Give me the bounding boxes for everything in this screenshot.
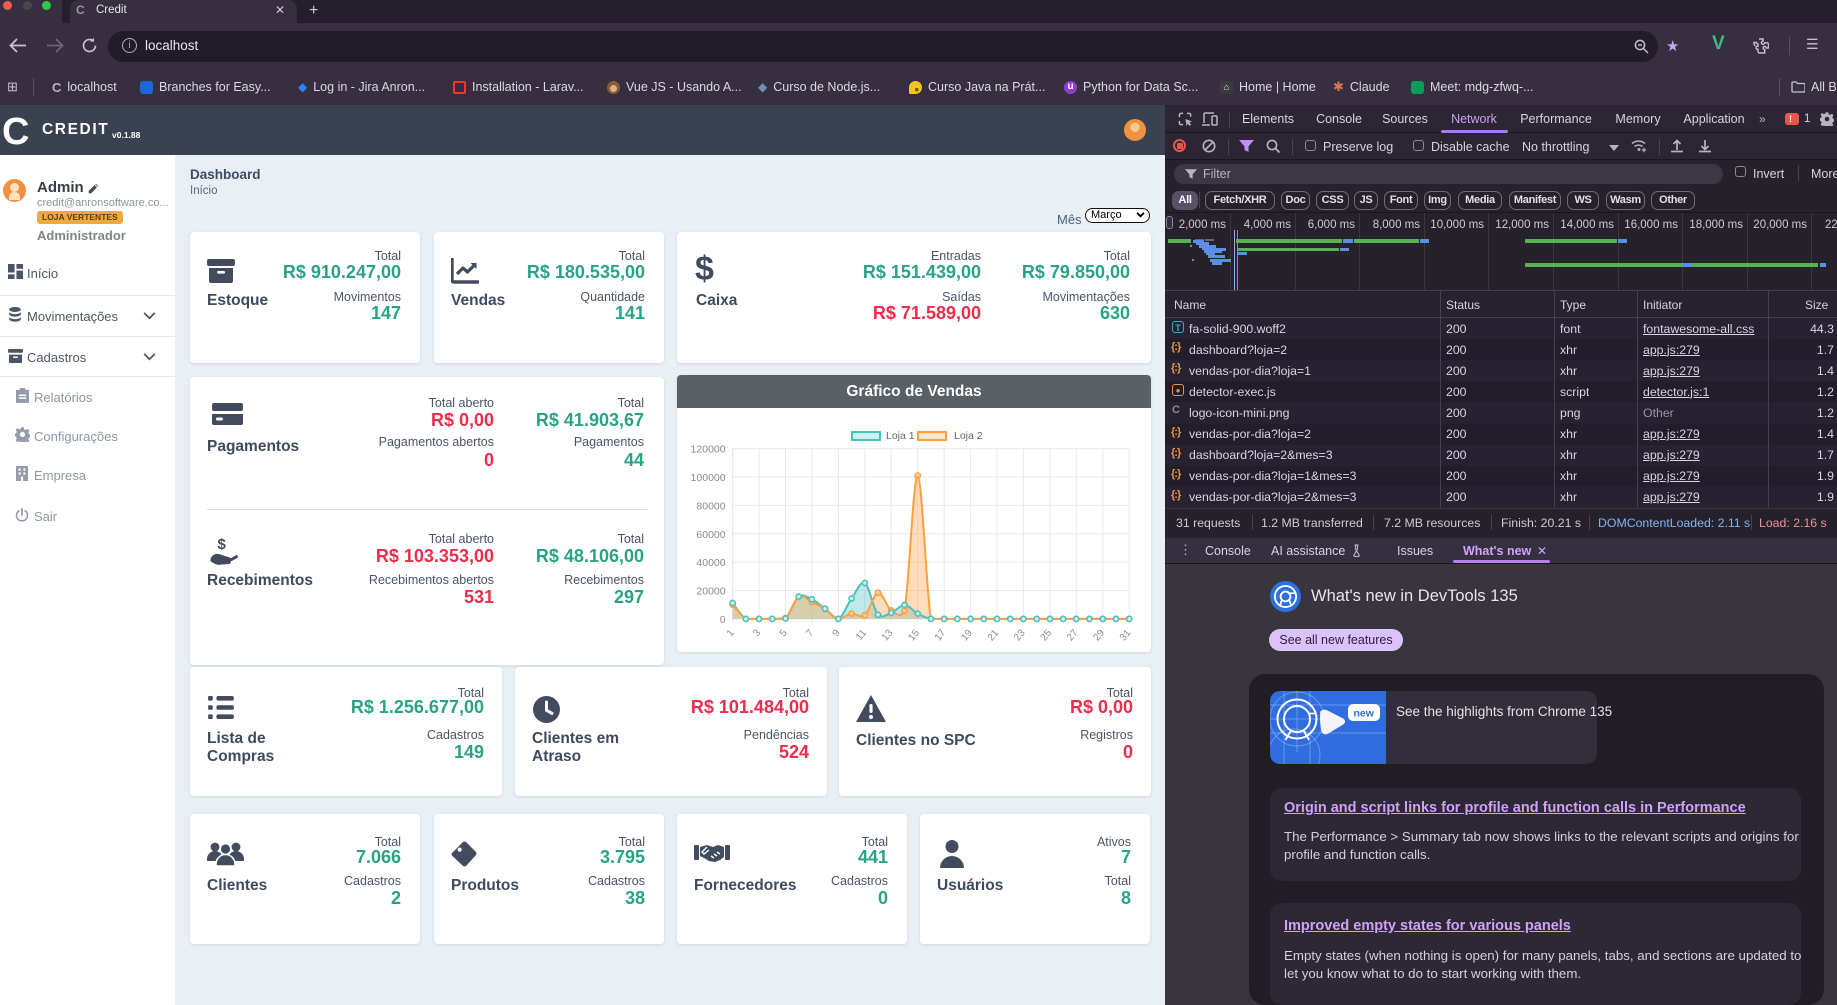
- svg-text:60000: 60000: [696, 529, 725, 541]
- svg-text:23: 23: [1012, 627, 1028, 643]
- svg-text:9: 9: [831, 627, 843, 639]
- svg-text:31: 31: [1118, 627, 1134, 643]
- svg-text:80000: 80000: [696, 500, 725, 512]
- svg-text:15: 15: [906, 627, 922, 643]
- svg-text:21: 21: [986, 627, 1002, 643]
- svg-text:29: 29: [1092, 627, 1108, 643]
- svg-text:19: 19: [959, 627, 975, 643]
- svg-text:3: 3: [751, 627, 763, 639]
- svg-text:5: 5: [778, 627, 790, 639]
- svg-text:25: 25: [1039, 627, 1055, 643]
- svg-text:1: 1: [725, 627, 737, 639]
- svg-text:11: 11: [854, 627, 869, 642]
- svg-text:27: 27: [1065, 627, 1081, 643]
- svg-text:13: 13: [880, 627, 896, 643]
- svg-text:100000: 100000: [691, 472, 726, 484]
- svg-text:20000: 20000: [696, 586, 725, 598]
- svg-text:0: 0: [720, 614, 726, 626]
- svg-text:17: 17: [933, 627, 949, 643]
- svg-text:7: 7: [804, 627, 816, 639]
- svg-text:120000: 120000: [691, 444, 726, 456]
- svg-text:new: new: [1354, 708, 1375, 720]
- svg-text:40000: 40000: [696, 557, 725, 569]
